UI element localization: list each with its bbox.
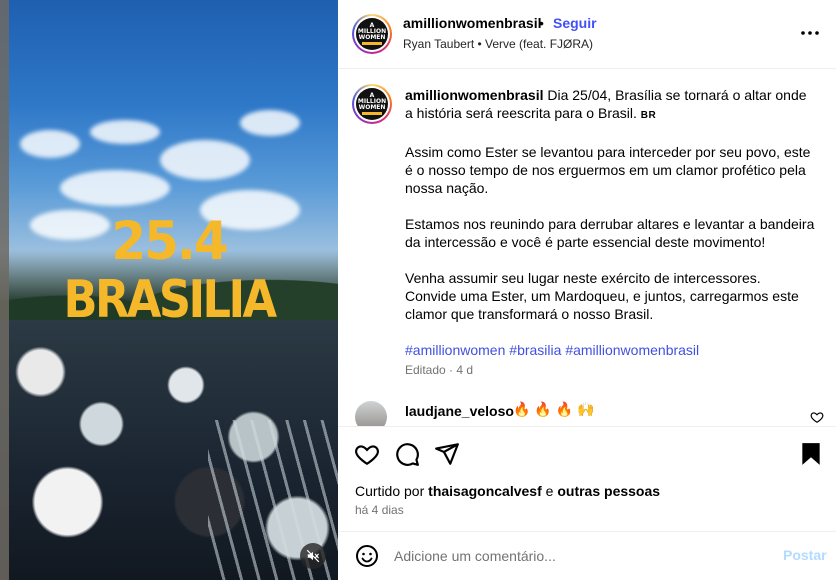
hashtag-link[interactable]: #amillionwomen bbox=[405, 342, 505, 358]
comments-section[interactable]: A MILLION WOMEN amillionwomenbrasil Dia … bbox=[338, 70, 836, 426]
comment-bubble-icon bbox=[396, 443, 419, 466]
header-avatar[interactable]: A MILLION WOMEN bbox=[352, 14, 392, 54]
caption-username[interactable]: amillionwomenbrasil bbox=[405, 87, 543, 103]
bookmark-icon bbox=[802, 443, 820, 465]
caption-paragraph: Assim como Ester se levantou para interc… bbox=[405, 144, 811, 196]
post-time[interactable]: há 4 dias bbox=[355, 503, 404, 517]
heart-icon bbox=[810, 412, 824, 423]
more-options-button[interactable] bbox=[798, 24, 822, 42]
caption-paragraph: Estamos nos reunindo para derrubar altar… bbox=[405, 216, 815, 250]
post-caption: amillionwomenbrasil Dia 25/04, Brasília … bbox=[405, 86, 815, 377]
mute-button[interactable] bbox=[300, 543, 326, 569]
header-separator: • bbox=[539, 15, 544, 31]
cloud bbox=[90, 120, 160, 144]
caption-paragraph: amillionwomenbrasil Dia 25/04, Brasília … bbox=[405, 86, 815, 125]
post-header: A MILLION WOMEN amillionwomenbrasil • Se… bbox=[338, 0, 836, 69]
like-button[interactable] bbox=[354, 441, 380, 467]
cloud bbox=[60, 170, 170, 206]
liked-by-others[interactable]: outras pessoas bbox=[557, 483, 660, 499]
logo-text: WOMEN bbox=[358, 34, 386, 41]
audio-track-link[interactable]: Ryan Taubert • Verve (feat. FJØRA) bbox=[403, 37, 593, 51]
logo-stripe bbox=[362, 112, 382, 115]
more-options-icon bbox=[801, 31, 819, 35]
post-media[interactable]: 25.4 BRASILIA bbox=[0, 0, 338, 580]
follow-button[interactable]: Seguir bbox=[553, 15, 597, 31]
save-button[interactable] bbox=[798, 441, 824, 467]
comment-input[interactable] bbox=[394, 544, 754, 568]
comment-avatar[interactable] bbox=[355, 401, 387, 426]
comment-like-button[interactable] bbox=[810, 410, 824, 424]
hashtag-link[interactable]: #brasilia bbox=[509, 342, 561, 358]
hashtag-link[interactable]: #amillionwomenbrasil bbox=[565, 342, 699, 358]
cloud bbox=[160, 140, 250, 180]
media-overlay-date: 25.4 bbox=[111, 210, 228, 272]
brand-logo: A MILLION WOMEN bbox=[356, 18, 388, 50]
brand-logo: A MILLION WOMEN bbox=[356, 88, 388, 120]
paper-plane-icon bbox=[435, 443, 459, 465]
post-panel: A MILLION WOMEN amillionwomenbrasil • Se… bbox=[338, 0, 836, 580]
brazil-flag-emoji: BR bbox=[640, 110, 657, 121]
comment-username[interactable]: laudjane_veloso bbox=[405, 403, 514, 419]
cloud bbox=[240, 110, 300, 136]
caption-hashtags: #amillionwomen #brasilia #amillionwomenb… bbox=[405, 341, 815, 359]
add-comment-bar: Postar bbox=[338, 531, 836, 580]
speaker-muted-icon bbox=[306, 549, 320, 563]
smiley-face-icon bbox=[356, 545, 378, 567]
caption-avatar[interactable]: A MILLION WOMEN bbox=[352, 84, 392, 124]
liked-by-prefix: Curtido por bbox=[355, 483, 425, 499]
liked-by-text: Curtido por thaisagoncalvesf e outras pe… bbox=[355, 483, 660, 499]
post-comment-button[interactable]: Postar bbox=[783, 547, 827, 563]
comment-button[interactable] bbox=[394, 441, 420, 467]
comment-text: 🔥 🔥 🔥 🙌 bbox=[513, 401, 595, 417]
heart-icon bbox=[355, 445, 379, 466]
logo-stripe bbox=[362, 42, 382, 45]
caption-paragraph: Venha assumir seu lugar neste exército d… bbox=[405, 270, 799, 322]
emoji-button[interactable] bbox=[355, 544, 379, 568]
cloud bbox=[20, 130, 80, 158]
header-username[interactable]: amillionwomenbrasil bbox=[403, 15, 541, 31]
logo-text: WOMEN bbox=[358, 104, 386, 111]
caption-edited-time: Editado · 4 d bbox=[405, 363, 474, 377]
liked-by-user[interactable]: thaisagoncalvesf bbox=[428, 483, 542, 499]
media-left-edge bbox=[0, 0, 9, 580]
media-overlay-city: BRASILIA bbox=[63, 270, 277, 330]
share-button[interactable] bbox=[434, 441, 460, 467]
liked-by-and: e bbox=[545, 483, 554, 499]
